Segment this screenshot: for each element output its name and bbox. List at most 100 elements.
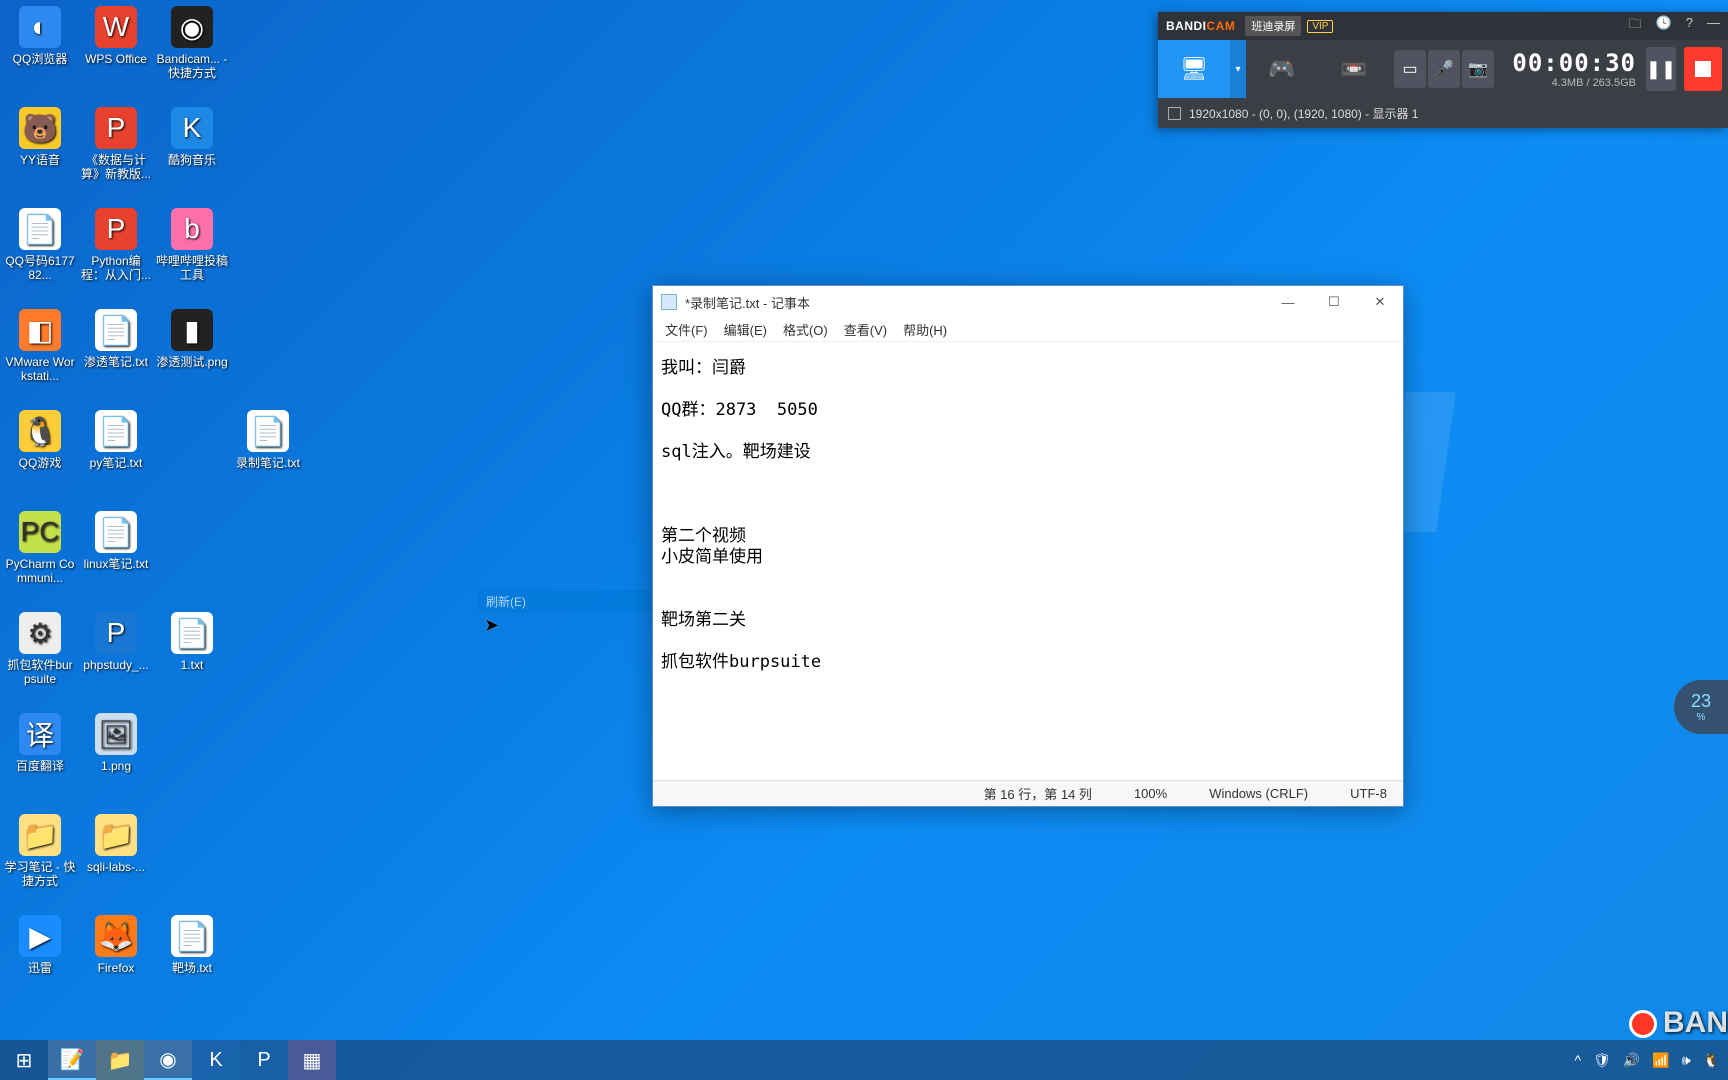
mic-toggle[interactable]: 🎤	[1428, 50, 1460, 88]
taskbar: ⊞📝📁◉KP▦ ^ 🛡 🔊 📶 🕪 🐧	[0, 1040, 1728, 1080]
tray-icon[interactable]: 🕪	[1682, 1052, 1691, 1069]
icon-label: sqli-labs-...	[80, 860, 152, 874]
game-mode-tab[interactable]: 🎮	[1246, 40, 1318, 98]
icon-label: 录制笔记.txt	[232, 456, 304, 470]
tray-icon[interactable]: 🛡	[1593, 1052, 1611, 1069]
stop-button[interactable]	[1684, 47, 1722, 91]
taskbar-app[interactable]: ◉	[144, 1040, 192, 1080]
icon-label: 学习笔记 - 快捷方式	[4, 860, 76, 888]
icon-label: 酷狗音乐	[156, 153, 228, 167]
icon-label: py笔记.txt	[80, 456, 152, 470]
app-icon: b	[171, 208, 213, 250]
desktop-icon[interactable]: b 哔哩哔哩投稿工具	[156, 208, 228, 282]
desktop-icon[interactable]: 🐧QQ游戏	[4, 410, 76, 470]
desktop-icon[interactable]: PPython编程：从入门...	[80, 208, 152, 282]
taskbar-app[interactable]: ⊞	[0, 1040, 48, 1080]
tray-icon[interactable]: 📶	[1652, 1052, 1669, 1069]
desktop-icon[interactable]: 📄靶场.txt	[156, 915, 228, 975]
desktop-icon[interactable]: 📄1.txt	[156, 612, 228, 672]
icon-label: phpstudy_...	[80, 658, 152, 672]
vip-badge: VIP	[1307, 20, 1333, 33]
clock-icon[interactable]: 🕓	[1656, 15, 1672, 37]
webcam-toggle[interactable]: 📷	[1462, 50, 1494, 88]
menu-item[interactable]: 文件(F)	[659, 318, 714, 341]
text-area[interactable]: 我叫：闫爵 QQ群：2873 5050 sql注入。靶场建设 第二个视频 小皮简…	[653, 342, 1403, 752]
app-icon: 📄	[95, 309, 137, 351]
titlebar[interactable]: *录制笔记.txt - 记事本 — ☐ ✕	[653, 286, 1403, 318]
close-button[interactable]: ✕	[1357, 286, 1403, 318]
desktop-icon[interactable]: ◧VMware Workstati...	[4, 309, 76, 383]
menu-item[interactable]: 帮助(H)	[897, 318, 953, 341]
desktop-icon[interactable]: ◐QQ浏览器	[4, 6, 76, 66]
app-icon: 📄	[19, 208, 61, 250]
desktop-icon[interactable]: Pphpstudy_...	[80, 612, 152, 672]
maximize-button[interactable]: ☐	[1311, 286, 1357, 318]
desktop-icon[interactable]: 📄QQ号码617782...	[4, 208, 76, 282]
menu-item[interactable]: 格式(O)	[777, 318, 834, 341]
speed-badge[interactable]: 23 %	[1674, 680, 1728, 734]
desktop-icon[interactable]: 📁 学习笔记 - 快捷方式	[4, 814, 76, 888]
taskbar-app[interactable]: P	[240, 1040, 288, 1080]
screen-mode-tab[interactable]: 🖥	[1158, 40, 1230, 98]
icon-label: VMware Workstati...	[4, 355, 76, 383]
desktop-icon[interactable]: 译百度翻译	[4, 713, 76, 773]
app-icon: P	[95, 107, 137, 149]
menu-item[interactable]: 查看(V)	[838, 318, 893, 341]
help-icon[interactable]: ?	[1686, 15, 1693, 37]
context-menu-item-refresh[interactable]: 刷新(E)	[478, 590, 653, 612]
desktop-icon[interactable]: ⚙ 抓包软件burpsuite	[4, 612, 76, 686]
app-icon: PC	[19, 511, 61, 553]
bandicam-watermark: BAN	[1629, 1006, 1728, 1040]
desktop-icon[interactable]: ◉Bandicam... - 快捷方式	[156, 6, 228, 80]
bandicam-titlebar[interactable]: BANDICAM 班迪录屏 VIP 🗀 🕓 ? —	[1158, 12, 1728, 40]
desktop-icon[interactable]: WWPS Office	[80, 6, 152, 66]
desktop-icon[interactable]: 🖼1.png	[80, 713, 152, 773]
fullscreen-checkbox[interactable]	[1168, 107, 1181, 120]
desktop-icon[interactable]: 🦊Firefox	[80, 915, 152, 975]
icon-label: 哔哩哔哩投稿工具	[156, 254, 228, 282]
screen-mode-dropdown[interactable]: ▾	[1230, 40, 1246, 98]
desktop-icon[interactable]: ▮渗透测试.png	[156, 309, 228, 369]
icon-label: Firefox	[80, 961, 152, 975]
desktop-icon[interactable]: K 酷狗音乐	[156, 107, 228, 167]
desktop-icon[interactable]: ▶迅雷	[4, 915, 76, 975]
folder-icon[interactable]: 🗀	[1629, 15, 1642, 37]
taskbar-app[interactable]: 📝	[48, 1040, 96, 1080]
desktop-icon[interactable]: 📁sqli-labs-...	[80, 814, 152, 874]
tray-icon[interactable]: ^	[1575, 1052, 1582, 1068]
mode-label: 班迪录屏	[1245, 16, 1301, 36]
menu-item[interactable]: 编辑(E)	[718, 318, 773, 341]
icon-label: 靶场.txt	[156, 961, 228, 975]
menubar: 文件(F)编辑(E)格式(O)查看(V)帮助(H)	[653, 318, 1403, 342]
speed-value: 23	[1691, 691, 1711, 712]
desktop-icon[interactable]: 📄linux笔记.txt	[80, 511, 152, 571]
desktop-icon[interactable]: 📄 渗透笔记.txt	[80, 309, 152, 369]
taskbar-app[interactable]: ▦	[288, 1040, 336, 1080]
desktop-icon[interactable]: P《数据与计算》新教版...	[80, 107, 152, 181]
tray-icon[interactable]: 🐧	[1703, 1052, 1720, 1069]
icon-label: 渗透笔记.txt	[80, 355, 152, 369]
cursor-toggle[interactable]: ▭	[1394, 50, 1426, 88]
minimize-icon[interactable]: —	[1707, 15, 1720, 37]
notepad-window: *录制笔记.txt - 记事本 — ☐ ✕ 文件(F)编辑(E)格式(O)查看(…	[652, 285, 1404, 807]
record-dot-icon	[1629, 1010, 1657, 1038]
app-icon: ⚙	[19, 612, 61, 654]
app-icon: 📁	[19, 814, 61, 856]
minimize-button[interactable]: —	[1265, 286, 1311, 318]
desktop-icon[interactable]: 📄录制笔记.txt	[232, 410, 304, 470]
app-icon: K	[171, 107, 213, 149]
device-mode-tab[interactable]: 📼	[1318, 40, 1390, 98]
status-eol: Windows (CRLF)	[1203, 786, 1314, 801]
taskbar-app[interactable]: 📁	[96, 1040, 144, 1080]
icon-label: 抓包软件burpsuite	[4, 658, 76, 686]
desktop-icon[interactable]: PC PyCharm Communi...	[4, 511, 76, 585]
icon-label: PyCharm Communi...	[4, 557, 76, 585]
icon-label: QQ浏览器	[4, 52, 76, 66]
taskbar-app[interactable]: K	[192, 1040, 240, 1080]
app-icon: W	[95, 6, 137, 48]
window-title: *录制笔记.txt - 记事本	[685, 293, 810, 312]
tray-icon[interactable]: 🔊	[1623, 1052, 1640, 1069]
desktop-icon[interactable]: 🐻YY语音	[4, 107, 76, 167]
pause-button[interactable]: ❚❚	[1646, 47, 1676, 91]
desktop-icon[interactable]: 📄py笔记.txt	[80, 410, 152, 470]
